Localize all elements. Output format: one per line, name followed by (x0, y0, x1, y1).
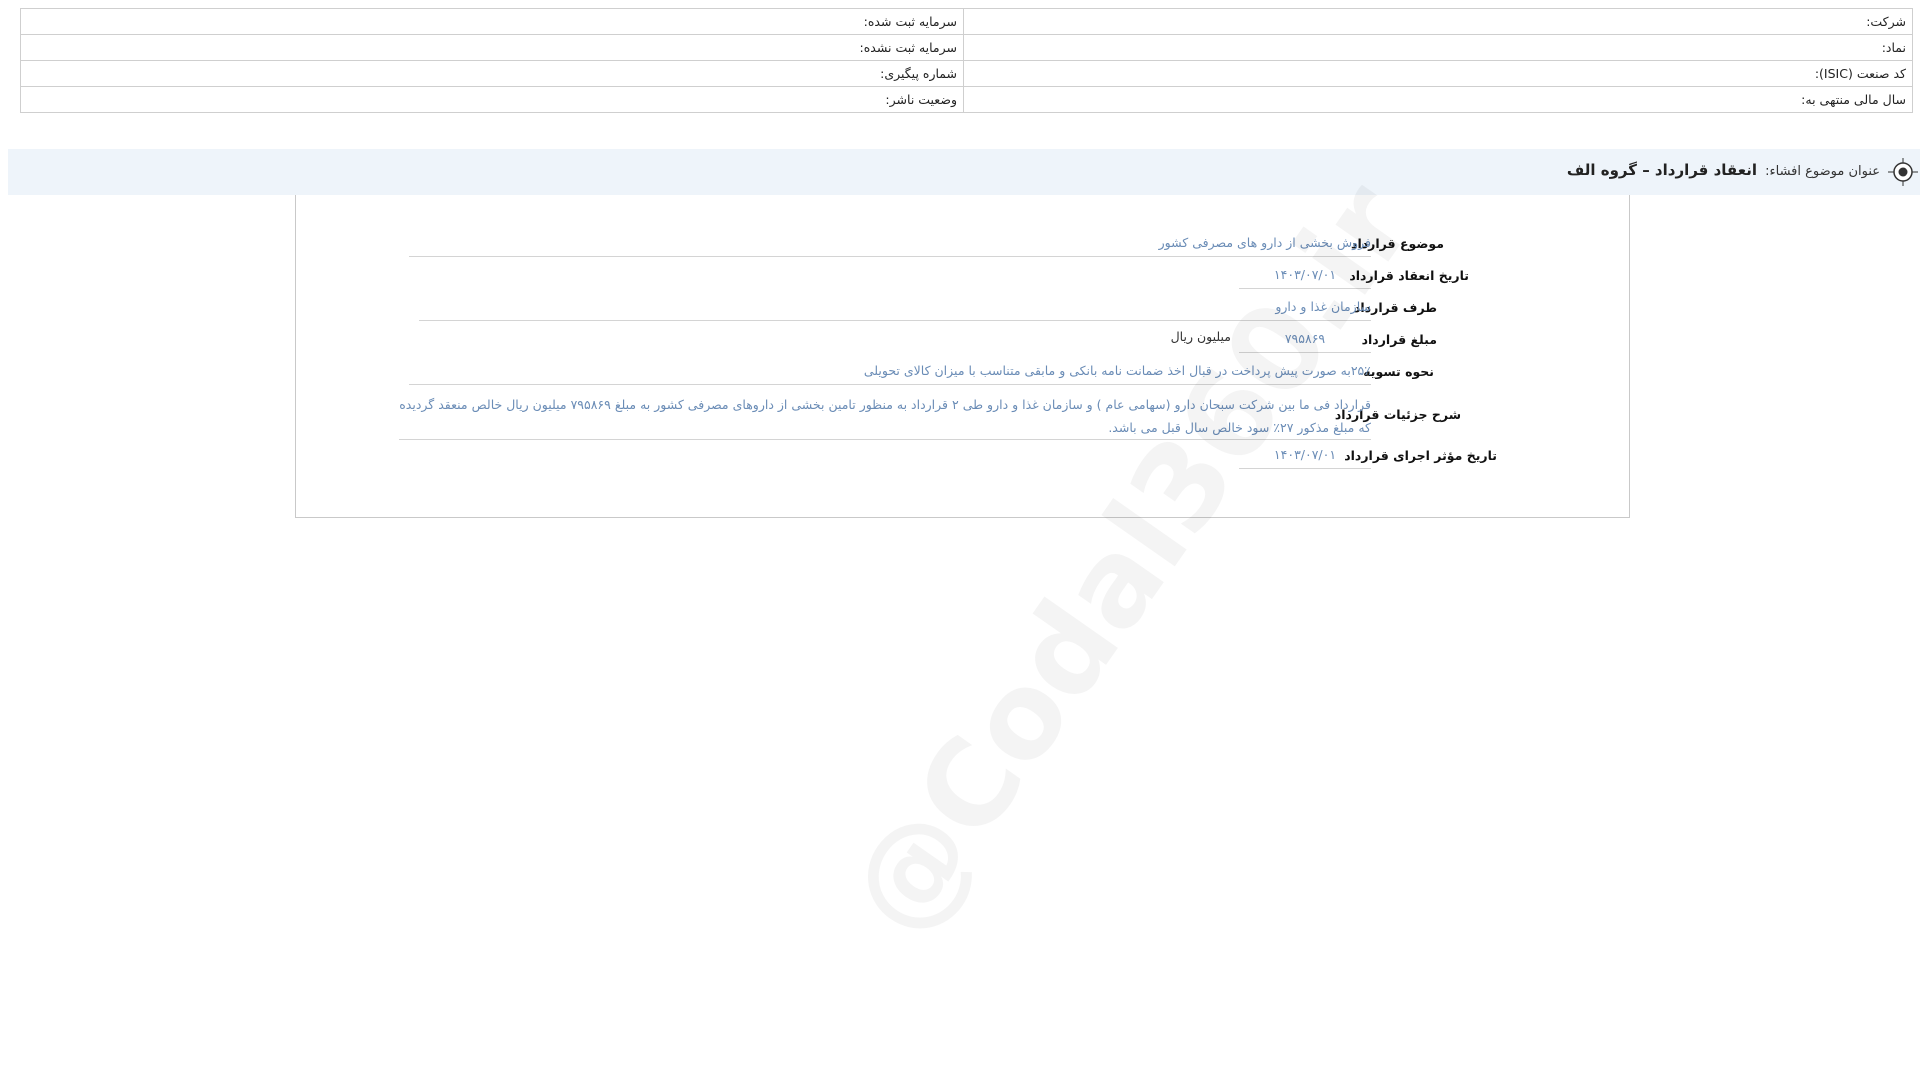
disclosure-topic-bar: عنوان موضوع افشاء: انعقاد قرارداد – گروه… (8, 149, 1920, 195)
info-row: کد صنعت (ISIC): شماره پیگیری: (20, 60, 1913, 87)
contract-amount-row: مبلغ قرارداد ۷۹۵۸۶۹ میلیون ریال (294, 329, 1629, 353)
info-row: سال مالی منتهی به: وضعیت ناشر: (20, 86, 1913, 113)
contract-amount-unit: میلیون ریال (1170, 329, 1231, 344)
fiscal-year-label: سال مالی منتهی به: (963, 86, 1913, 113)
settlement-value: ۲۵٪به صورت پیش پرداخت در قبال اخذ ضمانت … (409, 361, 1371, 385)
contract-details-panel: موضوع قرارداد فروش بخشی از دارو های مصرف… (295, 195, 1630, 518)
company-label: شرکت: (963, 8, 1913, 35)
contract-date-value: ۱۴۰۳/۰۷/۰۱ (1239, 265, 1371, 289)
effective-date-value: ۱۴۰۳/۰۷/۰۱ (1239, 445, 1371, 469)
effective-date-row: تاریخ مؤثر اجرای قرارداد ۱۴۰۳/۰۷/۰۱ (294, 445, 1629, 469)
contract-amount-value: ۷۹۵۸۶۹ (1239, 329, 1371, 353)
unregistered-capital-label: سرمایه ثبت نشده: (20, 34, 964, 61)
contract-subject-row: موضوع قرارداد فروش بخشی از دارو های مصرف… (294, 233, 1629, 257)
publisher-status-label: وضعیت ناشر: (20, 86, 964, 113)
contract-description-row: شرح جزئیات قرارداد قرارداد فی ما بین شرک… (294, 393, 1629, 443)
contract-party-value: سازمان غذا و دارو (419, 297, 1371, 321)
symbol-label: نماد: (963, 34, 1913, 61)
settlement-label: نحوه تسویه (1363, 364, 1434, 379)
contract-party-row: طرف قرارداد سازمان غذا و دارو (294, 297, 1629, 321)
info-row: نماد: سرمایه ثبت نشده: (20, 34, 1913, 61)
topic-prefix: عنوان موضوع افشاء: (1765, 164, 1880, 179)
isic-code-label: کد صنعت (ISIC): (963, 60, 1913, 87)
topic-title: عنوان موضوع افشاء: انعقاد قرارداد – گروه… (1567, 161, 1880, 179)
disclosure-page: شرکت: سرمایه ثبت شده: نماد: سرمایه ثبت ن… (0, 0, 1920, 1080)
contract-date-row: تاریخ انعقاد قرارداد ۱۴۰۳/۰۷/۰۱ (294, 265, 1629, 289)
tracking-number-label: شماره پیگیری: (20, 60, 964, 87)
registered-capital-label: سرمایه ثبت شده: (20, 8, 964, 35)
target-icon (1888, 158, 1918, 186)
contract-subject-value: فروش بخشی از دارو های مصرفی کشور (409, 233, 1371, 257)
settlement-row: نحوه تسویه ۲۵٪به صورت پیش پرداخت در قبال… (294, 361, 1629, 385)
info-row: شرکت: سرمایه ثبت شده: (20, 8, 1913, 35)
company-info-table: شرکت: سرمایه ثبت شده: نماد: سرمایه ثبت ن… (20, 8, 1913, 113)
contract-amount-label: مبلغ قرارداد (1361, 332, 1437, 347)
topic-value: انعقاد قرارداد – گروه الف (1566, 161, 1757, 179)
contract-description-value: قرارداد فی ما بین شرکت سبحان دارو (سهامی… (399, 393, 1371, 440)
